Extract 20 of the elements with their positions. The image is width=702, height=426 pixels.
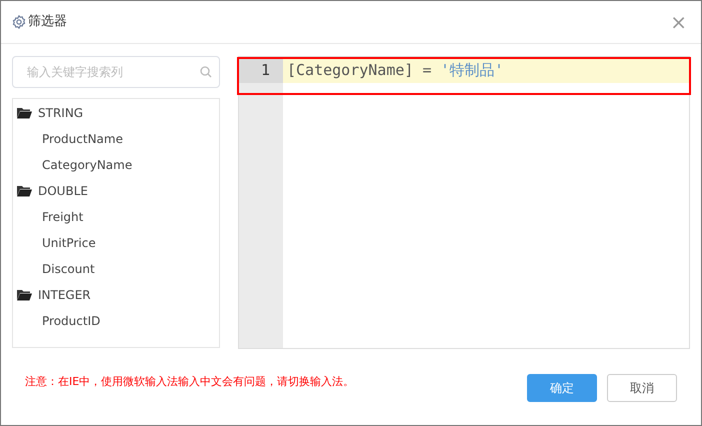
tree-item[interactable]: ProductName xyxy=(13,126,219,152)
search-field[interactable]: 输入关键字搜索列 xyxy=(12,56,220,88)
tree-folder[interactable]: INTEGER xyxy=(13,282,219,308)
tree-item[interactable]: ProductID xyxy=(13,308,219,334)
folder-icon xyxy=(17,107,32,119)
search-icon xyxy=(200,66,212,78)
code-editor[interactable]: 1 [CategoryName] = '特制品' xyxy=(238,56,690,349)
tree-item[interactable]: Discount xyxy=(13,256,219,282)
tree-item[interactable]: Freight xyxy=(13,204,219,230)
dialog-title: 筛选器 xyxy=(28,13,67,32)
tree-item[interactable]: CategoryName xyxy=(13,152,219,178)
settings-icon xyxy=(12,15,26,29)
line-number: 1 xyxy=(239,57,283,83)
tree-folder[interactable]: DOUBLE xyxy=(13,178,219,204)
cancel-button[interactable]: 取消 xyxy=(607,374,677,402)
folder-icon xyxy=(17,185,32,197)
tree-item[interactable]: UnitPrice xyxy=(13,230,219,256)
tree-folder[interactable]: STRING xyxy=(13,100,219,126)
folder-icon xyxy=(17,289,32,301)
warning-text: 注意：在IE中，使用微软输入法输入中文会有问题，请切换输入法。 xyxy=(25,374,354,390)
